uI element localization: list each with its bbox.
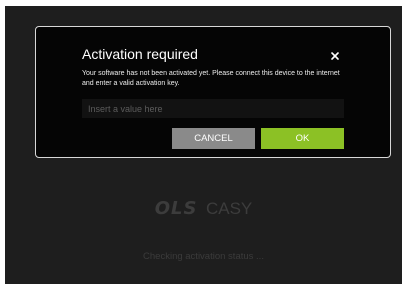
brand: OLS CASY xyxy=(5,198,402,219)
brand-logo: OLS xyxy=(154,198,198,219)
dialog-title: Activation required xyxy=(82,46,198,62)
brand-product-name: CASY xyxy=(205,198,253,218)
activation-key-input[interactable] xyxy=(82,99,344,118)
ok-button[interactable]: OK xyxy=(261,128,344,149)
activation-status-text: Checking activation status ... xyxy=(143,251,264,262)
dialog-message: Your software has not been activated yet… xyxy=(82,70,340,87)
app-screen: OLS CASY Checking activation status ... … xyxy=(5,6,402,284)
cancel-button[interactable]: CANCEL xyxy=(172,128,255,149)
close-icon[interactable] xyxy=(330,51,340,61)
activation-dialog: Activation required Your software has no… xyxy=(35,26,391,158)
